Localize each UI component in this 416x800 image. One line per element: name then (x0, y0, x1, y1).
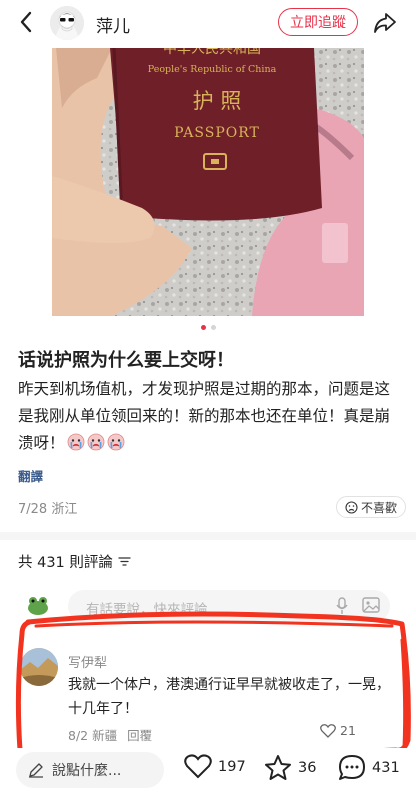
pencil-icon (29, 763, 43, 778)
carousel-indicator (0, 325, 416, 330)
favorite-button[interactable]: 36 (264, 754, 316, 781)
share-button[interactable] (372, 10, 398, 36)
crying-face-icon (87, 433, 104, 451)
frown-face-icon (345, 500, 358, 514)
carousel-dot-active (200, 325, 206, 330)
passport-title-en: PASSPORT (174, 125, 260, 141)
section-divider (0, 532, 416, 540)
reply-button[interactable]: 回覆 (127, 725, 152, 744)
passport-title-cn: 护 照 (193, 89, 242, 113)
comment-bubble-icon (339, 755, 365, 780)
back-button[interactable] (14, 10, 38, 34)
heart-icon (184, 754, 212, 779)
comment-date-location: 8/2 新疆 (68, 725, 117, 744)
translate-link[interactable]: 翻譯 (18, 466, 43, 485)
bottom-action-bar: 說點什麼... 197 36 431 (0, 748, 416, 800)
passport-country-en: People's Republic of China (148, 64, 277, 75)
sort-icon (118, 557, 131, 566)
post-location: 浙江 (51, 502, 78, 517)
comment-like-count: 21 (340, 723, 356, 738)
chevron-left-icon (20, 11, 32, 33)
comment-date: 8/2 (68, 728, 89, 743)
landscape-avatar-image (20, 648, 58, 686)
crying-emoji-group (65, 433, 125, 452)
comments-count-label: 共 431 則評論 (18, 555, 113, 571)
comment-meta: 8/2 新疆 回覆 (68, 725, 152, 744)
say-something-label: 說點什麼... (52, 763, 122, 779)
commenter-avatar[interactable] (20, 648, 58, 686)
comment-author[interactable]: 写伊犁 (68, 652, 107, 671)
comment-text: 我就一个体户，港澳通行证早早就被收走了，一晃，十几年了！ (68, 677, 390, 717)
author-avatar[interactable] (50, 6, 84, 40)
top-bar: 萍儿 立即追蹤 (0, 0, 416, 46)
post-image[interactable]: 中华人民共和国 People's Republic of China 护 照 P… (52, 48, 364, 316)
passport-photo: 中华人民共和国 People's Republic of China 护 照 P… (52, 48, 364, 316)
comment-button[interactable]: 431 (338, 754, 400, 781)
avatar-image (50, 6, 84, 40)
microphone-icon[interactable] (336, 597, 348, 615)
comment-count: 431 (372, 759, 400, 776)
post-body: 昨天到机场值机，才发现护照是过期的那本，问题是这是我刚从单位领回来的！新的那本也… (18, 376, 403, 457)
crying-face-icon (67, 433, 84, 451)
dislike-label: 不喜歡 (361, 500, 398, 515)
like-button[interactable]: 197 (184, 754, 246, 779)
carousel-dot (210, 325, 216, 330)
post-title: 话说护照为什么要上交呀！ (18, 350, 234, 371)
frog-avatar-icon (28, 597, 48, 615)
like-count: 197 (218, 758, 246, 775)
share-icon (374, 13, 396, 33)
favorite-count: 36 (298, 759, 317, 776)
comment-like-button[interactable]: 21 (320, 723, 356, 738)
current-user-avatar (26, 594, 50, 616)
comment-location: 新疆 (92, 728, 118, 743)
author-name[interactable]: 萍儿 (96, 12, 130, 37)
image-icon[interactable] (362, 597, 380, 613)
say-something-input[interactable]: 說點什麼... (16, 752, 164, 788)
star-icon (265, 755, 291, 780)
heart-icon (320, 723, 336, 738)
post-meta: 7/28 浙江 (18, 498, 77, 517)
post-date: 7/28 (18, 502, 48, 517)
comment-input-tools (336, 597, 380, 615)
follow-button[interactable]: 立即追蹤 (278, 8, 358, 36)
comments-header[interactable]: 共 431 則評論 (18, 551, 131, 572)
crying-face-icon (107, 433, 124, 451)
dislike-button[interactable]: 不喜歡 (336, 496, 407, 518)
passport-country-cn: 中华人民共和国 (163, 48, 261, 57)
